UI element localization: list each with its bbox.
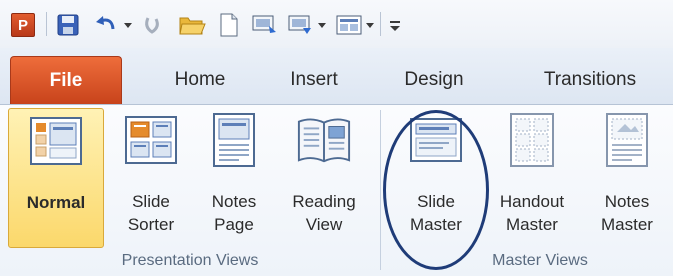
handout-master-button[interactable]: Handout Master [484, 108, 580, 248]
quick-access-toolbar: P [0, 0, 673, 48]
open-folder-icon[interactable] [176, 12, 208, 38]
slideshow-dropdown-icon[interactable] [318, 23, 326, 28]
notes-page-button[interactable]: Notes Page [196, 108, 272, 248]
notes-master-label: Notes Master [601, 192, 653, 234]
reading-view-label: Reading View [292, 192, 356, 234]
layout-dropdown-icon[interactable] [366, 23, 374, 28]
normal-view-button[interactable]: Normal [8, 108, 104, 248]
slide-master-icon [408, 112, 464, 168]
group-label-presentation-views: Presentation Views [121, 252, 259, 269]
slide-master-button[interactable]: Slide Master [394, 108, 478, 248]
tab-design[interactable]: Design [384, 58, 484, 102]
layout-icon[interactable] [334, 12, 364, 38]
normal-view-icon [28, 113, 84, 169]
notes-master-icon [599, 112, 655, 168]
reading-view-button[interactable]: Reading View [276, 108, 372, 248]
redo-icon[interactable] [138, 12, 166, 38]
ribbon-tab-row: File Home Insert Design Transitions [0, 48, 673, 105]
slide-sorter-button[interactable]: Slide Sorter [110, 108, 192, 248]
group-label-master-views: Master Views [492, 252, 588, 269]
tab-home[interactable]: Home [152, 58, 248, 102]
notes-page-label: Notes Page [211, 192, 257, 234]
tab-insert[interactable]: Insert [268, 58, 360, 102]
reading-view-icon [296, 112, 352, 168]
slide-sorter-label: Slide Sorter [127, 192, 175, 234]
slide-sorter-icon [123, 112, 179, 168]
notes-master-button[interactable]: Notes Master [584, 108, 670, 248]
qat-separator [46, 12, 47, 36]
start-slideshow-icon[interactable] [250, 12, 280, 38]
handout-master-label: Handout Master [499, 192, 565, 234]
new-document-icon[interactable] [216, 12, 242, 38]
undo-dropdown-icon[interactable] [124, 23, 132, 28]
undo-icon[interactable] [92, 12, 120, 38]
group-separator [380, 110, 381, 270]
save-icon[interactable] [54, 12, 82, 38]
powerpoint-logo-icon[interactable]: P [10, 12, 36, 38]
handout-master-icon [504, 112, 560, 168]
qat-separator [380, 12, 381, 36]
slideshow-from-current-icon[interactable] [286, 12, 316, 38]
slide-master-label: Slide Master [410, 192, 462, 234]
notes-page-icon [206, 112, 262, 168]
tab-file[interactable]: File [10, 56, 122, 104]
tab-transitions[interactable]: Transitions [520, 58, 660, 102]
customize-qat-icon[interactable] [386, 12, 404, 38]
normal-view-label: Normal [26, 193, 86, 212]
